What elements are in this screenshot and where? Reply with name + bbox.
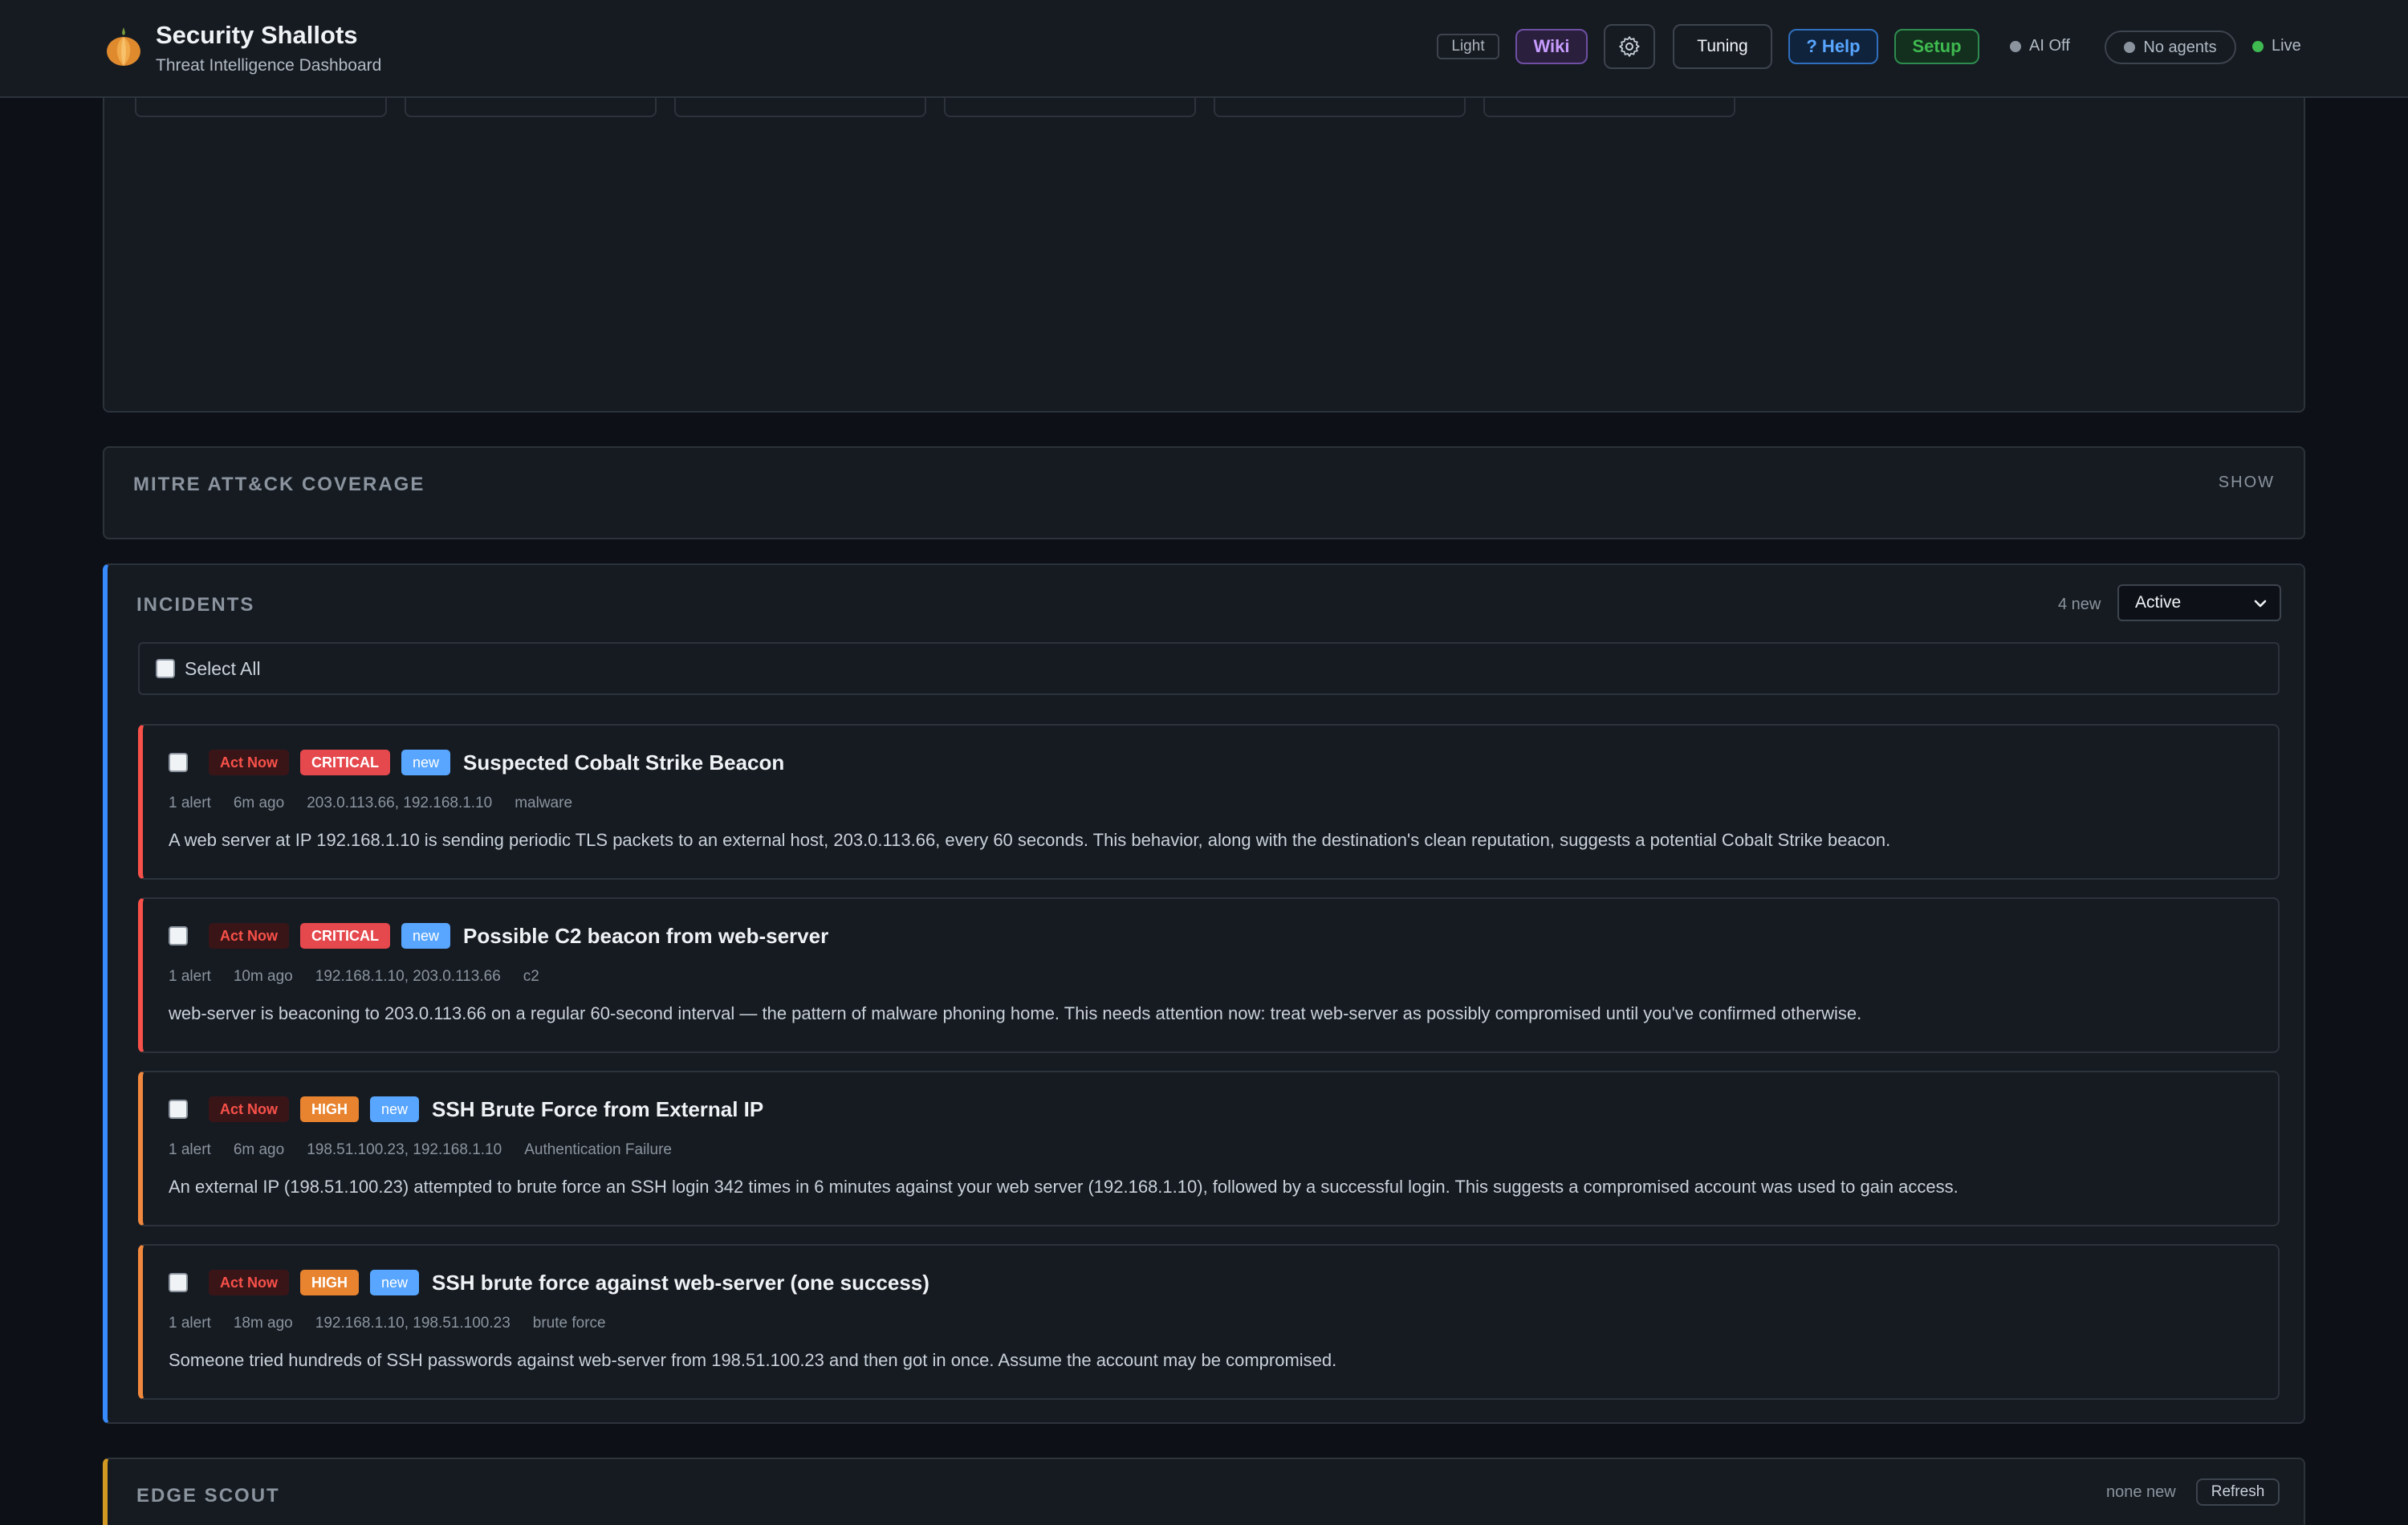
incident-card[interactable]: Act Now CRITICAL new Suspected Cobalt St… xyxy=(138,724,2280,880)
select-all-label: Select All xyxy=(185,657,261,679)
incident-card[interactable]: Act Now HIGH new SSH Brute Force from Ex… xyxy=(138,1071,2280,1226)
state-badge: new xyxy=(370,1096,420,1122)
ai-status-indicator[interactable]: AI Off xyxy=(2010,37,2070,55)
incident-title[interactable]: Possible C2 beacon from web-server xyxy=(463,924,828,949)
incident-category: malware xyxy=(515,795,573,811)
agents-status-pill[interactable]: No agents xyxy=(2105,31,2236,64)
filter-selected-value: Active xyxy=(2135,593,2182,612)
stat-card xyxy=(944,98,1196,117)
theme-toggle-button[interactable]: Light xyxy=(1437,34,1499,59)
incident-ips: 192.168.1.10, 198.51.100.23 xyxy=(315,1315,510,1332)
incident-alert-count: 1 alert xyxy=(169,795,211,811)
live-status-label: Live xyxy=(2272,37,2301,55)
incident-ips: 203.0.113.66, 192.168.1.10 xyxy=(307,795,493,811)
incident-alert-count: 1 alert xyxy=(169,1315,211,1332)
incident-checkbox[interactable] xyxy=(169,926,188,946)
edge-scout-title: EDGE SCOUT xyxy=(136,1485,280,1507)
tuning-button[interactable]: Tuning xyxy=(1673,24,1772,69)
select-all-checkbox[interactable] xyxy=(156,659,175,678)
priority-badge: Act Now xyxy=(209,1096,289,1122)
incident-ips: 198.51.100.23, 192.168.1.10 xyxy=(307,1141,502,1158)
stat-card xyxy=(1214,98,1466,117)
severity-badge: CRITICAL xyxy=(300,923,390,949)
incidents-status-filter[interactable]: Active xyxy=(2117,584,2281,621)
state-badge: new xyxy=(401,923,451,949)
gear-icon xyxy=(1619,36,1640,57)
onion-logo-icon xyxy=(107,27,140,66)
status-dot-icon xyxy=(2124,42,2136,53)
live-status-indicator: Live xyxy=(2252,37,2301,55)
app-title: Security Shallots xyxy=(156,21,358,49)
incident-checkbox[interactable] xyxy=(169,1100,188,1119)
incident-description: A web server at IP 192.168.1.10 is sendi… xyxy=(169,830,1891,850)
incident-description: An external IP (198.51.100.23) attempted… xyxy=(169,1177,1959,1197)
app-subtitle: Threat Intelligence Dashboard xyxy=(156,56,382,75)
incidents-panel: INCIDENTS 4 new Active Select All Act No… xyxy=(103,563,2305,1424)
incident-title[interactable]: Suspected Cobalt Strike Beacon xyxy=(463,750,784,775)
incident-title[interactable]: SSH Brute Force from External IP xyxy=(432,1097,763,1122)
setup-button[interactable]: Setup xyxy=(1894,29,1979,64)
incident-age: 10m ago xyxy=(233,968,293,985)
mitre-show-toggle[interactable]: SHOW xyxy=(2219,474,2275,492)
incident-ips: 192.168.1.10, 203.0.113.66 xyxy=(315,968,501,985)
incident-card[interactable]: Act Now CRITICAL new Possible C2 beacon … xyxy=(138,897,2280,1053)
stats-panel xyxy=(103,72,2305,413)
edge-scout-refresh-button[interactable]: Refresh xyxy=(2196,1478,2280,1506)
incident-card[interactable]: Act Now HIGH new SSH brute force against… xyxy=(138,1244,2280,1400)
incident-checkbox[interactable] xyxy=(169,753,188,772)
incident-age: 6m ago xyxy=(233,795,285,811)
mitre-coverage-panel: MITRE ATT&CK COVERAGE SHOW xyxy=(103,446,2305,539)
priority-badge: Act Now xyxy=(209,923,289,949)
incident-description: Someone tried hundreds of SSH passwords … xyxy=(169,1350,1337,1370)
priority-badge: Act Now xyxy=(209,750,289,775)
chevron-down-icon xyxy=(2254,600,2267,608)
incident-description: web-server is beaconing to 203.0.113.66 … xyxy=(169,1003,1862,1023)
settings-button[interactable] xyxy=(1604,24,1655,69)
mitre-title: MITRE ATT&CK COVERAGE xyxy=(133,474,425,495)
incident-alert-count: 1 alert xyxy=(169,1141,211,1158)
severity-badge: HIGH xyxy=(300,1096,359,1122)
incident-checkbox[interactable] xyxy=(169,1273,188,1292)
edge-scout-panel: EDGE SCOUT none new Refresh xyxy=(103,1458,2305,1525)
stat-card xyxy=(674,98,926,117)
edge-scout-new-count: none new xyxy=(2106,1483,2176,1501)
incident-category: Authentication Failure xyxy=(524,1141,672,1158)
incident-category: c2 xyxy=(523,968,539,985)
incident-age: 18m ago xyxy=(233,1315,293,1332)
incidents-new-count: 4 new xyxy=(2058,596,2101,613)
incidents-title: INCIDENTS xyxy=(136,594,255,616)
stat-card xyxy=(405,98,657,117)
priority-badge: Act Now xyxy=(209,1270,289,1295)
state-badge: new xyxy=(401,750,451,775)
status-dot-icon xyxy=(2010,40,2021,52)
incident-category: brute force xyxy=(532,1315,606,1332)
incident-alert-count: 1 alert xyxy=(169,968,211,985)
help-button[interactable]: ? Help xyxy=(1788,29,1878,64)
incident-age: 6m ago xyxy=(233,1141,285,1158)
severity-badge: CRITICAL xyxy=(300,750,390,775)
incident-title[interactable]: SSH brute force against web-server (one … xyxy=(432,1271,929,1295)
ai-status-label: AI Off xyxy=(2029,37,2070,55)
severity-badge: HIGH xyxy=(300,1270,359,1295)
select-all-bar: Select All xyxy=(138,642,2280,695)
agents-status-label: No agents xyxy=(2143,38,2217,56)
top-bar: Security Shallots Threat Intelligence Da… xyxy=(0,0,2408,98)
live-dot-icon xyxy=(2252,40,2264,52)
wiki-button[interactable]: Wiki xyxy=(1515,29,1588,64)
stat-card xyxy=(1483,98,1735,117)
stat-card xyxy=(135,98,387,117)
state-badge: new xyxy=(370,1270,420,1295)
